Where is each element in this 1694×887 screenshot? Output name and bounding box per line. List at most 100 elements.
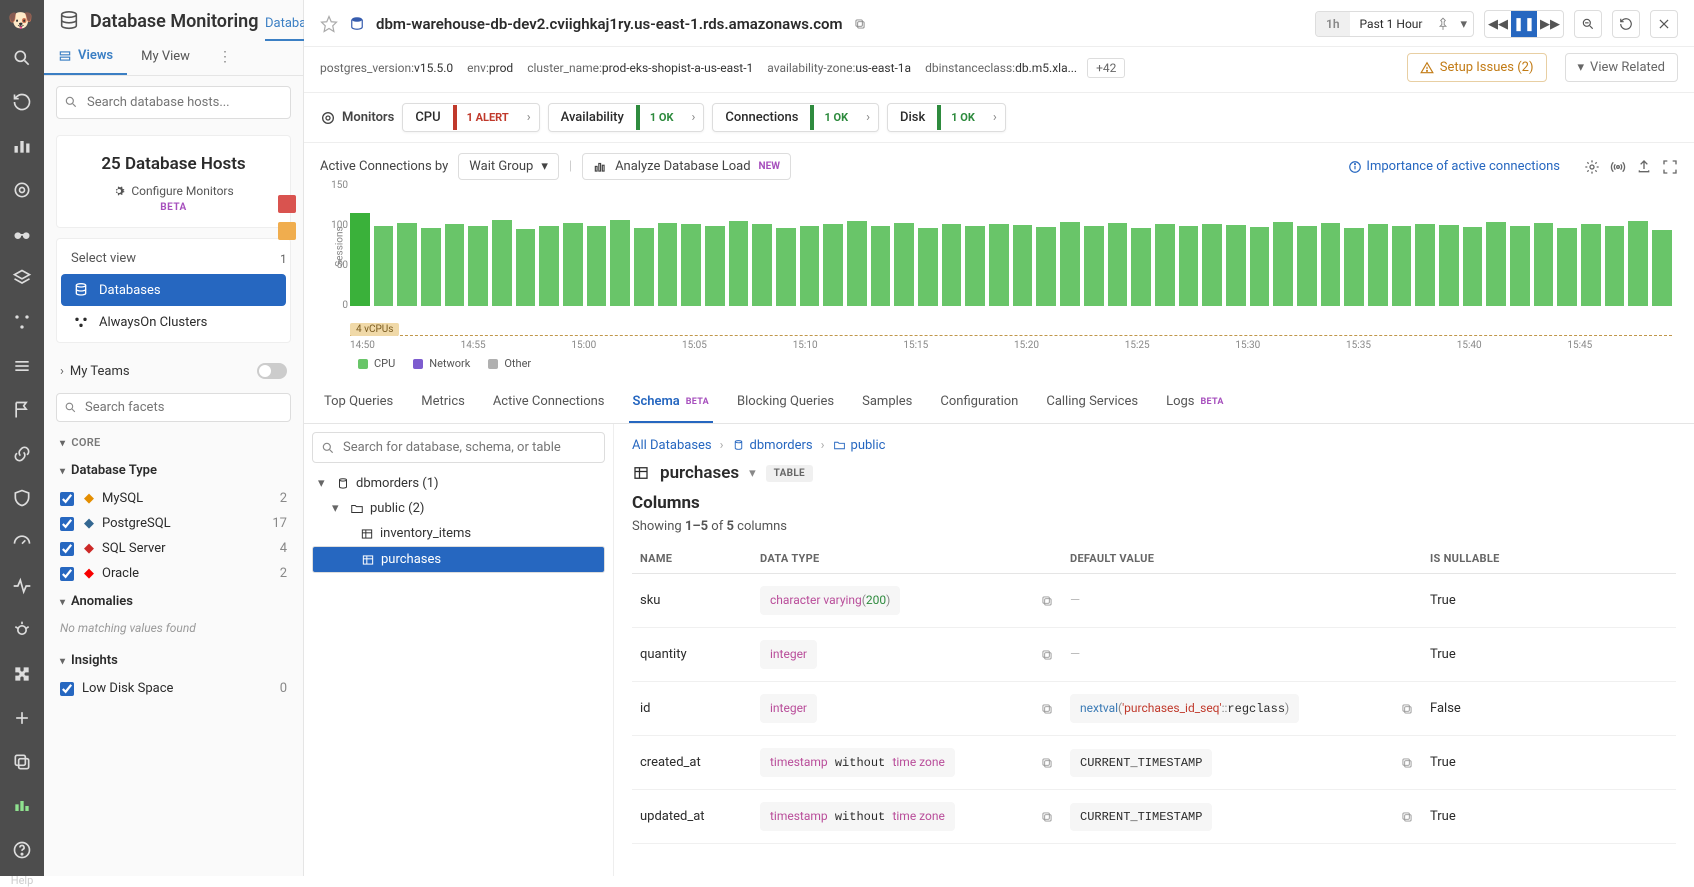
zoom-out[interactable]	[1574, 10, 1602, 38]
tab-views[interactable]: Views	[44, 38, 127, 75]
bar[interactable]	[1581, 224, 1601, 306]
checkbox[interactable]	[60, 517, 74, 531]
monitor-disk[interactable]: Disk1 OK›	[887, 103, 1006, 132]
bar[interactable]	[1013, 225, 1033, 306]
bar[interactable]	[350, 213, 370, 306]
tab-schema[interactable]: SchemaBETA	[629, 382, 714, 423]
timeframe-picker[interactable]: 1h Past 1 Hour ▾	[1315, 11, 1474, 37]
schema-search-input[interactable]	[312, 432, 605, 463]
tab-menu[interactable]: ⋮	[204, 38, 246, 75]
tab-calling-services[interactable]: Calling Services	[1042, 382, 1142, 423]
bar[interactable]	[1463, 227, 1483, 306]
bc-schema[interactable]: public	[833, 438, 886, 453]
tag-postgres_version[interactable]: postgres_version:v15.5.0	[320, 61, 453, 75]
copy-icon[interactable]	[1400, 810, 1414, 824]
tree-schema[interactable]: ▾public (2)	[312, 496, 605, 521]
configure-monitors[interactable]: Configure Monitors	[67, 184, 280, 198]
search-hosts-input[interactable]	[56, 86, 291, 119]
pin-icon[interactable]	[1436, 17, 1450, 31]
copy-icon[interactable]	[1400, 756, 1414, 770]
tag-availability-zone[interactable]: availability-zone:us-east-1a	[767, 61, 911, 75]
bar[interactable]	[871, 226, 891, 306]
bar[interactable]	[658, 223, 678, 306]
bar[interactable]	[1344, 228, 1364, 306]
copy-icon[interactable]	[1040, 810, 1054, 824]
object-dropdown[interactable]: ▾	[749, 466, 756, 481]
pause[interactable]: ❚❚	[1511, 11, 1537, 37]
bar[interactable]	[942, 224, 962, 306]
status-icon[interactable]	[12, 796, 32, 816]
bc-root[interactable]: All Databases	[632, 438, 712, 453]
bar[interactable]	[918, 228, 938, 306]
dbtype-postgresql[interactable]: ◆PostgreSQL17	[44, 511, 303, 536]
target-icon[interactable]	[12, 180, 32, 200]
bar[interactable]	[1273, 222, 1293, 306]
legend-network[interactable]: Network	[413, 357, 470, 370]
group-by-select[interactable]: Wait Group▾	[458, 153, 559, 180]
checkbox[interactable]	[60, 567, 74, 581]
view-alwayson[interactable]: AlwaysOn Clusters	[61, 306, 286, 338]
share-icon[interactable]	[1636, 159, 1652, 175]
dbtype-group[interactable]: Database Type	[44, 455, 303, 486]
bar[interactable]	[1108, 223, 1128, 306]
copy-icon[interactable]	[1040, 648, 1054, 662]
bar[interactable]	[752, 224, 772, 306]
bar[interactable]	[397, 223, 417, 306]
legend-other[interactable]: Other	[488, 357, 531, 370]
bar[interactable]	[492, 220, 512, 306]
chart-icon[interactable]	[12, 136, 32, 156]
search-icon[interactable]	[12, 48, 32, 68]
copy-icon[interactable]	[1040, 756, 1054, 770]
list-icon[interactable]	[12, 356, 32, 376]
dbtype-sqlserver[interactable]: ◆SQL Server4	[44, 536, 303, 561]
close[interactable]	[1650, 10, 1678, 38]
insights-group[interactable]: Insights	[44, 645, 303, 676]
bar[interactable]	[1415, 224, 1435, 306]
star-icon[interactable]	[320, 15, 338, 33]
view-related-button[interactable]: ▾View Related	[1565, 53, 1678, 82]
bar[interactable]	[1439, 225, 1459, 306]
copy-icon[interactable]	[1040, 594, 1054, 608]
bar[interactable]	[539, 226, 559, 306]
more-tags[interactable]: +42	[1087, 58, 1125, 78]
tree-db[interactable]: ▾dbmorders (1)	[312, 471, 605, 496]
bar[interactable]	[1605, 226, 1625, 306]
tab-active-connections[interactable]: Active Connections	[489, 382, 609, 423]
tag-cluster_name[interactable]: cluster_name:prod-eks-shopist-a-us-east-…	[527, 61, 753, 75]
legend-cpu[interactable]: CPU	[358, 357, 395, 370]
tree-table-inventory[interactable]: inventory_items	[312, 521, 605, 546]
bar[interactable]	[1226, 225, 1246, 306]
refresh[interactable]	[1612, 10, 1640, 38]
copy-icon[interactable]	[1040, 702, 1054, 716]
monitor-cpu[interactable]: CPU1 ALERT›	[402, 103, 539, 132]
bar[interactable]	[610, 220, 630, 306]
bar[interactable]	[516, 229, 536, 306]
bar[interactable]	[894, 223, 914, 306]
checkbox[interactable]	[60, 492, 74, 506]
monitor-connections[interactable]: Connections1 OK›	[712, 103, 879, 132]
tab-samples[interactable]: Samples	[858, 382, 916, 423]
bar[interactable]	[563, 223, 583, 306]
bar[interactable]	[965, 226, 985, 306]
bar[interactable]	[1250, 227, 1270, 306]
bar[interactable]	[1392, 226, 1412, 306]
insight-row[interactable]: Low Disk Space0	[44, 676, 303, 701]
search-facets-input[interactable]	[56, 393, 291, 422]
bar[interactable]	[1321, 223, 1341, 306]
tab-metrics[interactable]: Metrics	[417, 382, 469, 423]
bar[interactable]	[1628, 221, 1648, 306]
bar[interactable]	[1179, 226, 1199, 306]
bar[interactable]	[1486, 222, 1506, 306]
tab-blocking-queries[interactable]: Blocking Queries	[733, 382, 838, 423]
shield-icon[interactable]	[12, 488, 32, 508]
my-teams-row[interactable]: › My Teams	[44, 353, 303, 389]
bar[interactable]	[421, 228, 441, 306]
bug-icon[interactable]	[12, 620, 32, 640]
history-icon[interactable]	[12, 92, 32, 112]
pulse-icon[interactable]	[12, 576, 32, 596]
bar[interactable]	[634, 228, 654, 306]
bar[interactable]	[823, 224, 843, 306]
bar[interactable]	[729, 221, 749, 306]
bar[interactable]	[1534, 223, 1554, 306]
tag-dbinstanceclass[interactable]: dbinstanceclass:db.m5.xla...	[925, 61, 1077, 75]
